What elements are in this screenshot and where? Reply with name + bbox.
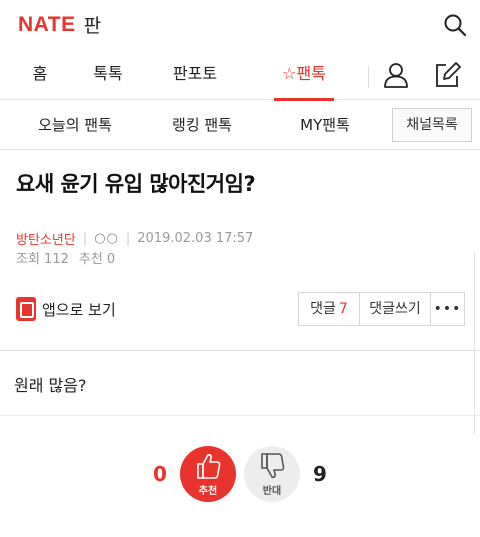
fantok-subnav: 오늘의 팬톡 랭킹 팬톡 MY팬톡 채널목록: [0, 100, 480, 150]
person-icon[interactable]: [381, 60, 411, 90]
nav-fantok-label: 팬톡: [296, 64, 326, 83]
nav-toktok-label: 톡톡: [93, 64, 123, 83]
recommend-button[interactable]: 추천: [180, 446, 236, 502]
reply-label: 댓글: [310, 301, 336, 317]
thumbs-up-icon: [197, 453, 221, 479]
post-title: 요새 윤기 유입 많아진거임?: [16, 172, 256, 196]
nav-panphoto[interactable]: 판포토: [168, 48, 222, 100]
more-options-button[interactable]: •••: [431, 293, 464, 325]
star-outline-icon: ☆: [282, 64, 297, 83]
subnav-today-fantok[interactable]: 오늘의 팬톡: [28, 100, 122, 150]
subnav-my-label: MY팬톡: [300, 116, 350, 134]
recommend-count: 0: [153, 462, 167, 486]
app-view-label: 앱으로 보기: [42, 300, 116, 319]
search-icon[interactable]: [442, 12, 468, 38]
header: NATE 판: [0, 0, 480, 48]
nav-home[interactable]: 홈: [20, 48, 60, 100]
nav-fantok[interactable]: ☆팬톡: [274, 48, 334, 101]
recommend-label: 추천: [198, 486, 218, 497]
author-mark: ○○: [94, 231, 119, 246]
subnav-ranking-label: 랭킹 팬톡: [172, 116, 232, 134]
post-body: 원래 많음?: [14, 376, 87, 395]
nav-home-label: 홈: [32, 64, 48, 83]
post-meta: 방탄소년단 | ○○ | 2019.02.03 17:57: [16, 229, 253, 248]
content-divider: [0, 350, 480, 351]
scrollbar[interactable]: [474, 252, 480, 434]
brand-name: NATE: [18, 12, 76, 36]
thumbs-down-icon: [261, 453, 285, 479]
post-recommend: 추천 0: [78, 252, 116, 267]
oppose-label: 반대: [262, 486, 282, 497]
nav-panphoto-label: 판포토: [172, 64, 218, 83]
subnav-ranking-fantok[interactable]: 랭킹 팬톡: [160, 100, 244, 150]
logo[interactable]: NATE 판: [18, 11, 101, 38]
channel-list-button[interactable]: 채널목록: [392, 108, 472, 142]
post-action-buttons: 댓글 7 댓글쓰기 •••: [298, 292, 465, 326]
oppose-button[interactable]: 반대: [244, 446, 300, 502]
oppose-count: 9: [313, 462, 327, 486]
post-author[interactable]: 방탄소년단: [16, 229, 76, 248]
post-views: 조회 112: [16, 252, 69, 267]
write-icon[interactable]: [432, 60, 462, 90]
service-name: 판: [83, 15, 102, 37]
meta-divider: |: [82, 231, 88, 246]
write-reply-button[interactable]: 댓글쓰기: [360, 293, 431, 325]
reply-button[interactable]: 댓글 7: [299, 293, 360, 325]
app-view-link[interactable]: 앱으로 보기: [16, 297, 116, 321]
content-divider: [0, 415, 480, 416]
post-stats: 조회 112 추천 0: [16, 248, 115, 267]
subnav-my-fantok[interactable]: MY팬톡: [292, 100, 358, 150]
subnav-today-label: 오늘의 팬톡: [38, 116, 112, 134]
reply-count: 7: [338, 301, 348, 317]
meta-divider: |: [125, 231, 131, 246]
nav-divider: [368, 66, 369, 88]
post-date: 2019.02.03 17:57: [137, 231, 254, 246]
nav-toktok[interactable]: 톡톡: [88, 48, 128, 100]
app-icon: [16, 297, 36, 321]
